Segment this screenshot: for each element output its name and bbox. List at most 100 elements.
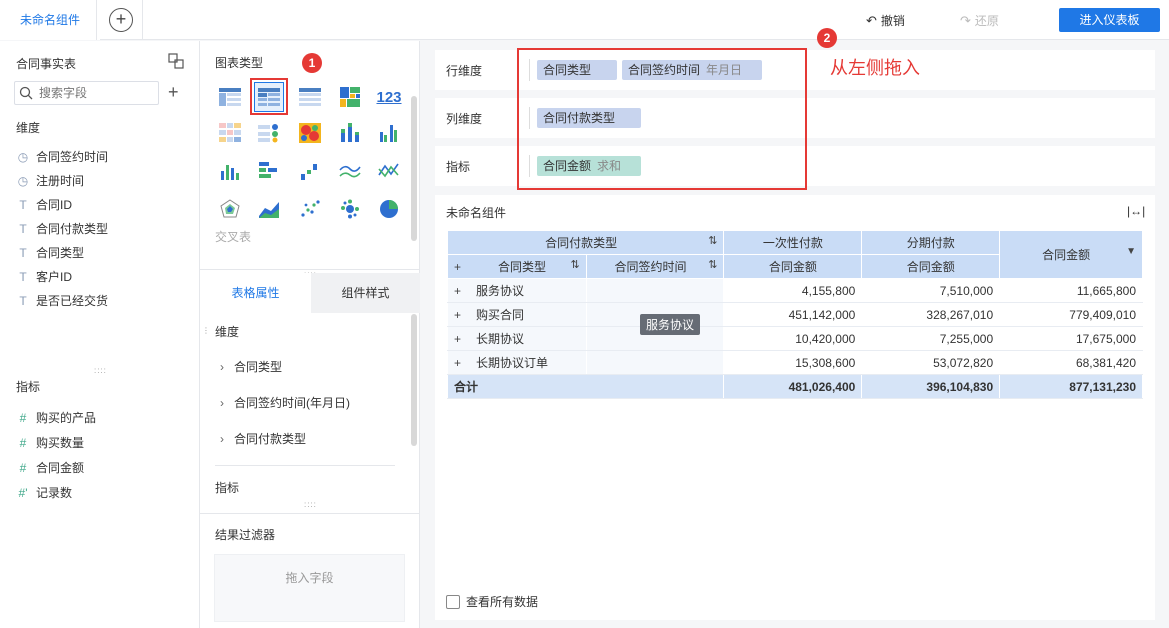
resize-handle[interactable]: ⋮ (202, 326, 211, 335)
checkbox-icon[interactable] (446, 595, 460, 609)
search-field[interactable] (14, 81, 159, 105)
tab-unnamed-component[interactable]: 未命名组件 (0, 0, 100, 40)
field-name: 购买的产品 (36, 411, 97, 425)
table-row: + 购买合同 451,142,000 328,267,010 779,409,01… (447, 302, 1143, 327)
row-label: 长期协议 (476, 332, 525, 346)
text-icon: T (19, 270, 27, 284)
undo-label: 撤销 (880, 14, 905, 28)
field-item[interactable]: T 合同ID (16, 195, 72, 215)
row-label: 购买合同 (476, 308, 525, 322)
table-row: + 长期协议订单 15,308,600 53,072,820 68,381,420 (447, 350, 1143, 375)
table-cell: 481,026,400 (723, 374, 863, 399)
bullet-table-icon[interactable] (254, 118, 284, 148)
text-icon: T (19, 222, 27, 236)
expand-row-icon[interactable]: + (454, 356, 468, 370)
kpi-number-icon[interactable]: 123 (374, 82, 404, 112)
horizontal-bar-chart-icon[interactable] (254, 156, 284, 186)
prop-metric-label: 指标 (215, 481, 240, 495)
field-item[interactable]: # 合同金额 (16, 458, 84, 478)
pie-chart-icon[interactable] (374, 194, 404, 224)
table-chart-icon[interactable] (215, 82, 245, 112)
expand-row-icon[interactable]: + (454, 332, 468, 346)
chevron-right-icon: › (220, 432, 224, 446)
row-dimension-label: 行维度 (446, 64, 483, 78)
expand-row-icon[interactable]: + (454, 284, 468, 298)
expand-row-icon[interactable]: + (454, 308, 468, 322)
row-header-cell[interactable]: + 服务协议 (447, 278, 587, 303)
search-input[interactable] (39, 85, 154, 101)
detail-table-chart-icon[interactable] (295, 82, 325, 112)
field-item[interactable]: T 合同付款类型 (16, 219, 108, 239)
tab-table-properties[interactable]: 表格属性 (200, 273, 311, 313)
resize-handle[interactable]: :::: (94, 366, 107, 375)
field-item[interactable]: T 客户ID (16, 267, 72, 287)
prop-item-label: 合同类型 (234, 360, 283, 374)
field-item[interactable]: ◷ 合同签约时间 (16, 147, 108, 167)
scrollbar[interactable] (411, 314, 417, 446)
row-header-cell[interactable]: + 长期协议订单 (447, 350, 587, 375)
view-all-data-checkbox[interactable]: 查看所有数据 (446, 593, 538, 610)
expand-width-icon[interactable]: |↔| (1127, 204, 1145, 218)
undo-icon: ↶ (866, 13, 877, 28)
waterfall-chart-icon[interactable] (295, 156, 325, 186)
total-column-header[interactable]: 合同金额 ▼ (999, 230, 1143, 279)
header-label: 合同签约时间 (614, 260, 687, 274)
area-chart-icon[interactable] (254, 194, 284, 224)
sort-icon[interactable]: ⇅ (571, 258, 580, 271)
undo-button[interactable]: ↶ 撤销 (866, 12, 905, 29)
top-bar: 未命名组件 + ↶ 撤销 ↷ 还原 进入仪表板 (0, 0, 1169, 40)
field-item[interactable]: ◷ 注册时间 (16, 171, 84, 191)
row-header-cell[interactable]: + 长期协议 (447, 326, 587, 351)
field-item[interactable]: #' 记录数 (16, 483, 73, 503)
add-field-button[interactable]: + (168, 82, 179, 102)
add-tab-button[interactable]: + (109, 8, 133, 32)
chart-config-panel: 图表类型 1 123 交叉表 表格属性 组件样式 维度 ⋮ › 合同类型 › 合… (200, 41, 420, 628)
sort-icon[interactable]: ⇅ (708, 258, 717, 271)
column-dimension-header[interactable]: 合同付款类型 ⇅ (446, 230, 725, 255)
bar-chart-icon[interactable] (215, 156, 245, 186)
search-icon (19, 86, 33, 100)
field-name: 合同ID (36, 198, 73, 212)
stacked-bar-chart-icon[interactable] (335, 118, 365, 148)
field-item[interactable]: T 是否已经交货 (16, 291, 108, 311)
text-icon: T (19, 294, 27, 308)
table-cell: 53,072,820 (861, 350, 1001, 375)
switch-table-icon[interactable] (168, 53, 184, 69)
heatmap-chart-icon[interactable] (295, 118, 325, 148)
filter-drop-zone[interactable]: 拖入字段 (214, 554, 405, 622)
field-item[interactable]: # 购买的产品 (16, 408, 96, 428)
prop-item[interactable]: › 合同签约时间(年月日) (220, 394, 350, 411)
sort-icon[interactable]: ⇅ (708, 234, 717, 247)
field-item[interactable]: # 购买数量 (16, 433, 84, 453)
treemap-chart-icon[interactable] (335, 82, 365, 112)
prop-item[interactable]: › 合同类型 (220, 358, 282, 375)
scatter-chart-icon[interactable] (295, 194, 325, 224)
row-dimension-header[interactable]: 合同签约时间 ⇅ (585, 254, 725, 279)
radar-chart-icon[interactable] (215, 194, 245, 224)
redo-label: 还原 (974, 14, 999, 28)
expand-all-icon[interactable]: + (454, 260, 468, 274)
row-header-cell[interactable]: + 购买合同 (447, 302, 587, 327)
annotation-text: 从左侧拖入 (830, 58, 920, 78)
field-item[interactable]: T 合同类型 (16, 243, 84, 263)
text-icon: T (19, 246, 27, 260)
pivot-table: 合同付款类型 ⇅ 一次性付款 分期付款 合同金额 ▼ + 合同类型 ⇅ 合同签约时间 ⇅ … (446, 230, 1143, 399)
grouped-bar-chart-icon[interactable] (374, 118, 404, 148)
enter-dashboard-button[interactable]: 进入仪表板 (1059, 8, 1160, 32)
bubble-chart-icon[interactable] (335, 194, 365, 224)
redo-button[interactable]: ↷ 还原 (960, 12, 999, 29)
prop-item[interactable]: › 合同付款类型 (220, 430, 306, 447)
dropdown-arrow-icon[interactable]: ▼ (1126, 246, 1136, 257)
resize-handle[interactable]: :::: (304, 500, 317, 509)
polyline-chart-icon[interactable] (374, 156, 404, 186)
tab-component-style[interactable]: 组件样式 (311, 273, 420, 313)
checkbox-label: 查看所有数据 (466, 595, 539, 609)
line-chart-icon[interactable] (335, 156, 365, 186)
row-dimension-header[interactable]: + 合同类型 ⇅ (447, 254, 587, 279)
heat-table-icon[interactable] (215, 118, 245, 148)
table-cell: 4,155,800 (723, 278, 863, 303)
pivot-table-widget: 未命名组件 |↔| 合同付款类型 ⇅ 一次性付款 分期付款 合同金额 ▼ + 合同类型… (435, 195, 1155, 620)
scrollbar[interactable] (411, 96, 417, 241)
header-label: 合同类型 (498, 260, 547, 274)
row-label: 服务协议 (476, 284, 525, 298)
